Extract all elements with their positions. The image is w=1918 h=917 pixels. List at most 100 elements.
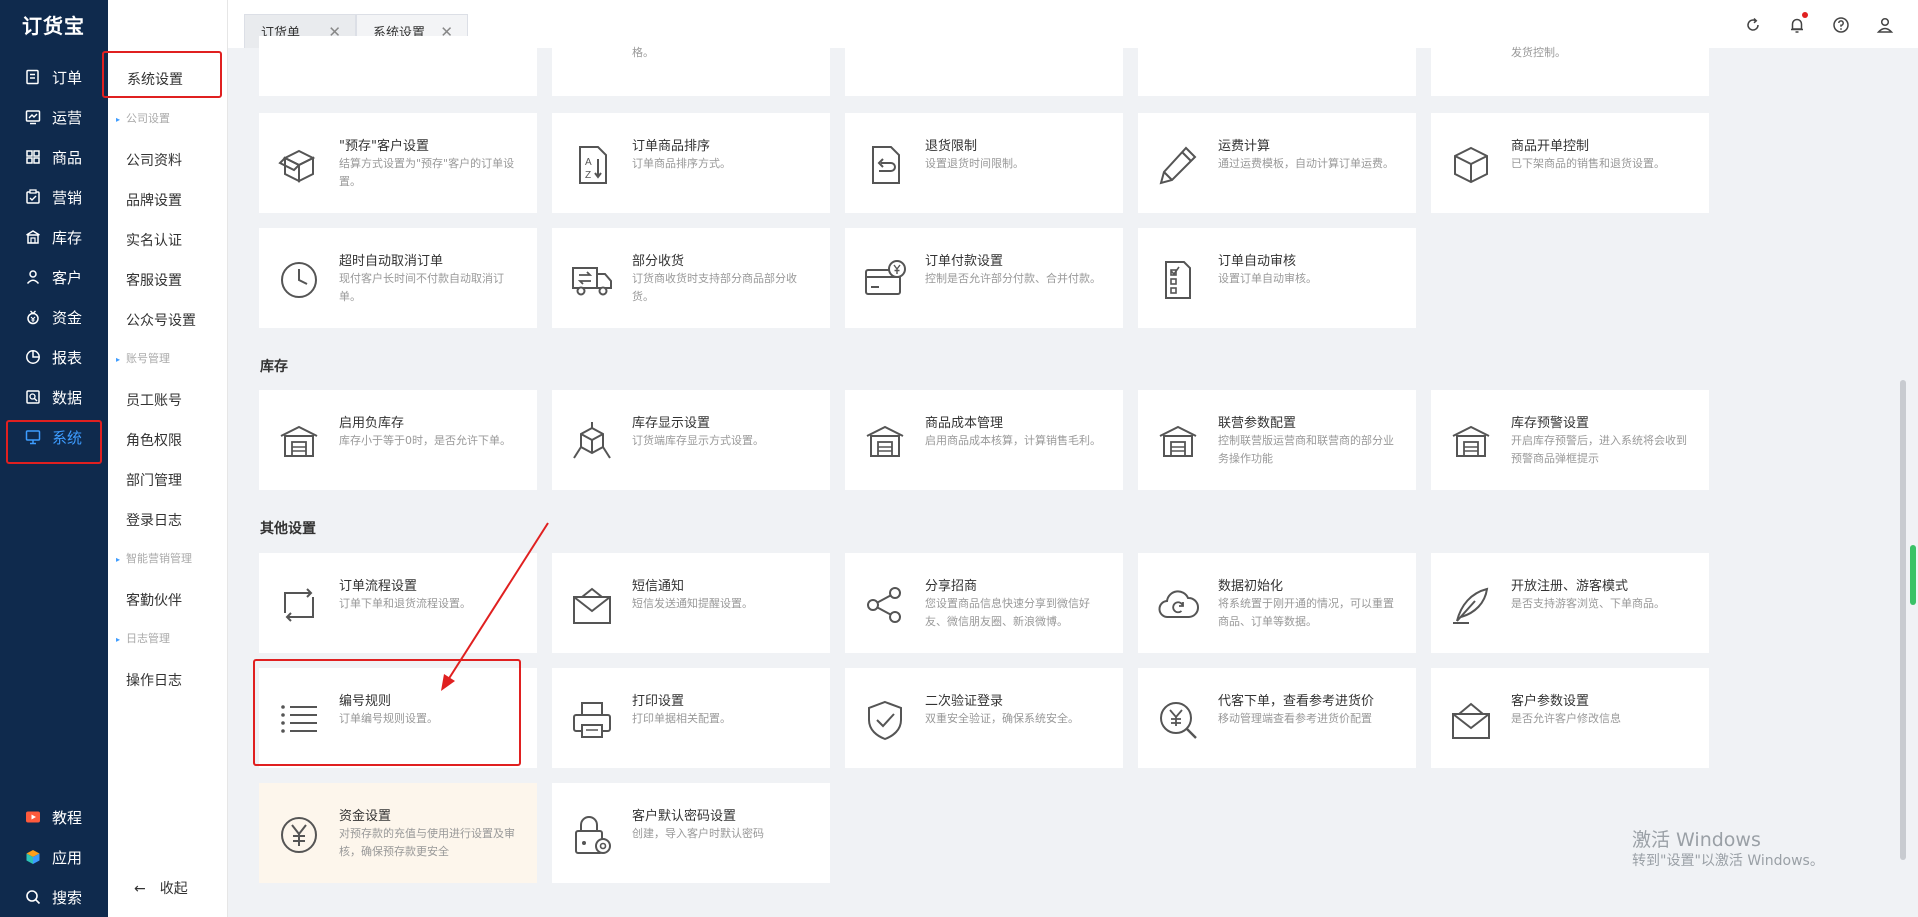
nav-label: 系统 (52, 428, 83, 447)
sub-item-brand[interactable]: 品牌设置 (126, 190, 182, 210)
page-scroll-thumb[interactable] (1910, 545, 1916, 605)
nav-item-funds[interactable]: 资金 (0, 297, 108, 337)
sub-item-system-settings[interactable]: 系统设置 (127, 69, 183, 89)
nav-label: 营销 (52, 188, 83, 207)
settings-card-prepaid-customer[interactable]: "预存"客户设置 结算方式设置为"预存"客户的订单设置。 (259, 113, 537, 213)
return-doc-icon (863, 143, 907, 187)
settings-card-share[interactable]: 分享招商 您设置商品信息快速分享到微信好友、微信朋友圈、新浪微博。 (845, 553, 1123, 653)
settings-card-partial[interactable] (845, 36, 1123, 96)
content-scrollbar[interactable] (1900, 380, 1906, 860)
settings-card-funds[interactable]: 资金设置 对预存款的充值与使用进行设置及审核，确保预存款更安全 (259, 783, 537, 883)
settings-card-open-register[interactable]: 开放注册、游客模式 是否支持游客浏览、下单商品。 (1431, 553, 1709, 653)
search-icon (24, 888, 42, 906)
box-open-icon (277, 143, 321, 187)
settings-card-order-sort[interactable]: AZ 订单商品排序 订单商品排序方式。 (552, 113, 830, 213)
nav-item-product[interactable]: 商品 (0, 137, 108, 177)
settings-card-partial[interactable] (259, 36, 537, 96)
customer-icon (24, 268, 42, 286)
sub-item-operation-log[interactable]: 操作日志 (126, 670, 182, 690)
caret-right-icon: ▸ (116, 115, 121, 124)
caret-right-icon: ▸ (116, 555, 121, 564)
settings-card-freight[interactable]: 运费计算 通过运费模板，自动计算订单运费。 (1138, 113, 1416, 213)
settings-card-negative-stock[interactable]: 启用负库存 库存小于等于0时，是否允许下单。 (259, 390, 537, 490)
settings-card-data-init[interactable]: 数据初始化 将系统置于刚开通的情况，可以重置商品、订单等数据。 (1138, 553, 1416, 653)
sort-az-icon: AZ (570, 143, 614, 187)
sub-item-service[interactable]: 客服设置 (126, 270, 182, 290)
envelope-open-icon (1449, 698, 1493, 742)
section-title-stock: 库存 (260, 359, 288, 375)
sub-item-staff[interactable]: 员工账号 (126, 390, 182, 410)
warehouse-icon (24, 228, 42, 246)
settings-card-cost-management[interactable]: 商品成本管理 启用商品成本核算，计算销售毛利。 (845, 390, 1123, 490)
settings-card-2fa[interactable]: 二次验证登录 双重安全验证，确保系统安全。 (845, 668, 1123, 768)
nav-label: 商品 (52, 148, 83, 167)
settings-card-reference-price[interactable]: 代客下单，查看参考进货价 移动管理端查看参考进货价配置 (1138, 668, 1416, 768)
arrow-left-icon: ← (134, 881, 146, 897)
settings-card-partial[interactable]: 格。 (552, 36, 830, 96)
settings-card-stock-display[interactable]: 库存显示设置 订货端库存显示方式设置。 (552, 390, 830, 490)
settings-card-print[interactable]: 打印设置 打印单据相关配置。 (552, 668, 830, 768)
bell-icon[interactable] (1786, 12, 1808, 36)
cube-network-icon (570, 420, 614, 464)
nav-item-data[interactable]: 数据 (0, 377, 108, 417)
printer-icon (570, 698, 614, 742)
settings-card-sms[interactable]: 短信通知 短信发送通知提醒设置。 (552, 553, 830, 653)
nav-item-marketing[interactable]: 营销 (0, 177, 108, 217)
settings-card-order-flow[interactable]: 订单流程设置 订单下单和退货流程设置。 (259, 553, 537, 653)
settings-card-auto-review[interactable]: 订单自动审核 设置订单自动审核。 (1138, 228, 1416, 328)
sub-item-roles[interactable]: 角色权限 (126, 430, 182, 450)
settings-card-customer-params[interactable]: 客户参数设置 是否允许客户修改信息 (1431, 668, 1709, 768)
nav-item-order[interactable]: 订单 (0, 57, 108, 97)
product-icon (24, 148, 42, 166)
settings-card-order-payment[interactable]: 订单付款设置 控制是否允许部分付款、合并付款。 (845, 228, 1123, 328)
settings-card-partial[interactable] (1138, 36, 1416, 96)
nav-item-operation[interactable]: 运营 (0, 97, 108, 137)
nav-label: 搜索 (52, 888, 83, 907)
sub-item-realname[interactable]: 实名认证 (126, 230, 182, 250)
sub-item-login-log[interactable]: 登录日志 (126, 510, 182, 530)
collapse-button[interactable]: ← 收起 (134, 878, 188, 898)
sub-group-log[interactable]: ▸ 日志管理 (116, 630, 170, 646)
warehouse-icon (1156, 420, 1200, 464)
sub-item-company-info[interactable]: 公司资料 (126, 150, 182, 170)
nav-item-customer[interactable]: 客户 (0, 257, 108, 297)
notification-dot (1802, 12, 1808, 18)
checklist-icon (1156, 258, 1200, 302)
sub-group-account[interactable]: ▸ 账号管理 (116, 350, 170, 366)
nav-label: 订单 (52, 68, 83, 87)
nav-label: 运营 (52, 108, 83, 127)
nav-item-apps[interactable]: 应用 (0, 837, 108, 877)
settings-content: 格。 发货控制。 "预存"客户设置 结算方式设置为"预存"客户的订单设置。 AZ… (244, 36, 1718, 917)
nav-item-search[interactable]: 搜索 (0, 877, 108, 917)
settings-card-partial-receipt[interactable]: 部分收货 订货商收货时支持部分商品部分收货。 (552, 228, 830, 328)
marketing-icon (24, 188, 42, 206)
system-icon (24, 428, 42, 446)
settings-card-default-password[interactable]: 客户默认密码设置 创建，导入客户时默认密码 (552, 783, 830, 883)
yuan-circle-icon (277, 813, 321, 857)
sub-item-official-account[interactable]: 公众号设置 (126, 310, 196, 330)
nav-item-stock[interactable]: 库存 (0, 217, 108, 257)
settings-card-stock-alert[interactable]: 库存预警设置 开启库存预警后，进入系统将会收到预警商品弹框提示 (1431, 390, 1709, 490)
settings-card-return-limit[interactable]: 退货限制 设置退货时间限制。 (845, 113, 1123, 213)
sub-item-department[interactable]: 部门管理 (126, 470, 182, 490)
nav-item-report[interactable]: 报表 (0, 337, 108, 377)
pencil-icon (1156, 143, 1200, 187)
nav-item-system[interactable]: 系统 (0, 417, 108, 457)
sub-group-marketing[interactable]: ▸ 智能营销管理 (116, 550, 192, 566)
user-icon[interactable] (1874, 14, 1896, 36)
sub-nav: 系统设置 ▸ 公司设置 公司资料 品牌设置 实名认证 客服设置 公众号设置 ▸ 账号… (108, 0, 228, 917)
settings-card-numbering-rule[interactable]: 编号规则 订单编号规则设置。 (259, 668, 537, 768)
truck-icon (570, 258, 614, 302)
settings-card-joint-params[interactable]: 联营参数配置 控制联营版运营商和联营商的部分业务操作功能 (1138, 390, 1416, 490)
settings-card-auto-cancel[interactable]: 超时自动取消订单 现付客户长时间不付款自动取消订单。 (259, 228, 537, 328)
nav-item-tutorial[interactable]: 教程 (0, 797, 108, 837)
sub-group-company[interactable]: ▸ 公司设置 (116, 110, 170, 126)
refresh-icon[interactable] (1742, 14, 1764, 36)
help-icon[interactable] (1830, 14, 1852, 36)
svg-text:Z: Z (585, 170, 591, 181)
nav-label: 库存 (52, 228, 83, 247)
settings-card-partial[interactable]: 发货控制。 (1431, 36, 1709, 96)
order-icon (24, 68, 42, 86)
sub-item-partner[interactable]: 客勤伙伴 (126, 590, 182, 610)
settings-card-product-order-control[interactable]: 商品开单控制 已下架商品的销售和退货设置。 (1431, 113, 1709, 213)
